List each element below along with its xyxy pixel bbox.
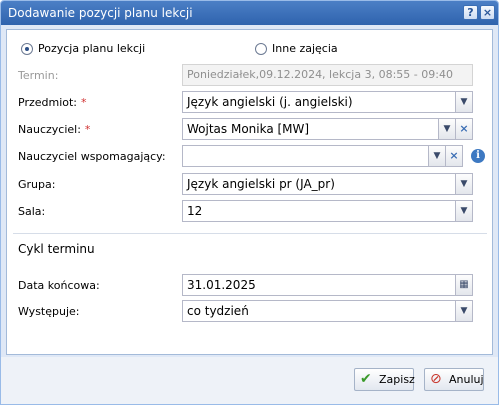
cancel-button[interactable]: ⊘ Anuluj [424,368,484,391]
chevron-down-icon[interactable]: ▼ [455,201,472,221]
termin-field: Poniedziałek,09.12.2024, lekcja 3, 08:55… [182,64,473,86]
dialog-title: Dodawanie pozycji planu lekcji [8,6,193,20]
nauczyciel-select[interactable]: Wojtas Monika [MW] ▼ [182,118,456,140]
dialog-titlebar[interactable]: Dodawanie pozycji planu lekcji ? × [1,1,498,25]
radio-lesson[interactable] [21,43,33,55]
cancel-button-label: Anuluj [449,373,484,386]
grupa-value: Język angielski pr (JA_pr) [187,177,335,191]
nauczyciel-wspomagajacy-clear-icon[interactable]: × [446,145,463,167]
nauczyciel-wspomagajacy-select[interactable]: ▼ [182,145,446,167]
wystepuje-select[interactable]: co tydzień ▼ [182,300,473,322]
check-icon: ✔ [360,371,372,387]
dialog-body: Pozycja planu lekcji Inne zajęcia Termin… [6,29,493,355]
grupa-select[interactable]: Język angielski pr (JA_pr) ▼ [182,173,473,195]
przedmiot-label: Przedmiot: * [18,96,87,109]
nauczyciel-label-text: Nauczyciel: [18,123,81,136]
sala-value: 12 [187,204,203,218]
chevron-down-icon[interactable]: ▼ [455,174,472,194]
required-marker: * [81,96,87,109]
przedmiot-select[interactable]: Język angielski (j. angielski) ▼ [182,91,473,113]
sala-select[interactable]: 12 ▼ [182,200,473,222]
wystepuje-label: Występuje: [18,305,80,318]
nauczyciel-wspomagajacy-label: Nauczyciel wspomagający: [18,150,166,163]
nauczyciel-clear-icon[interactable]: × [456,118,473,140]
sala-label: Sala: [18,205,46,218]
radio-other-label[interactable]: Inne zajęcia [272,42,338,55]
chevron-down-icon[interactable]: ▼ [455,92,472,112]
info-icon[interactable]: i [471,149,485,163]
przedmiot-value: Język angielski (j. angielski) [187,95,353,109]
przedmiot-label-text: Przedmiot: [18,96,78,109]
data-koncowa-value: 31.01.2025 [187,278,256,292]
cancel-icon: ⊘ [430,371,442,387]
save-button[interactable]: ✔ Zapisz [354,368,415,391]
data-koncowa-field[interactable]: 31.01.2025 ▦ [182,274,473,296]
wystepuje-value: co tydzień [187,304,249,318]
grupa-label: Grupa: [18,178,56,191]
close-icon[interactable]: × [480,5,495,20]
radio-lesson-label[interactable]: Pozycja planu lekcji [38,42,145,55]
chevron-down-icon[interactable]: ▼ [428,146,445,166]
chevron-down-icon[interactable]: ▼ [455,301,472,321]
help-icon[interactable]: ? [463,5,478,20]
data-koncowa-label: Data końcowa: [18,279,100,292]
dialog-window: Dodawanie pozycji planu lekcji ? × Pozyc… [0,0,499,405]
nauczyciel-label: Nauczyciel: * [18,123,90,136]
save-button-label: Zapisz [379,373,415,386]
chevron-down-icon[interactable]: ▼ [438,119,455,139]
section-divider [13,233,487,234]
nauczyciel-value: Wojtas Monika [MW] [187,122,310,136]
cykl-heading: Cykl terminu [18,242,95,256]
required-marker: * [84,123,91,136]
termin-label: Termin: [18,69,59,82]
calendar-icon[interactable]: ▦ [455,275,472,295]
radio-other[interactable] [255,43,267,55]
termin-value: Poniedziałek,09.12.2024, lekcja 3, 08:55… [187,68,453,81]
